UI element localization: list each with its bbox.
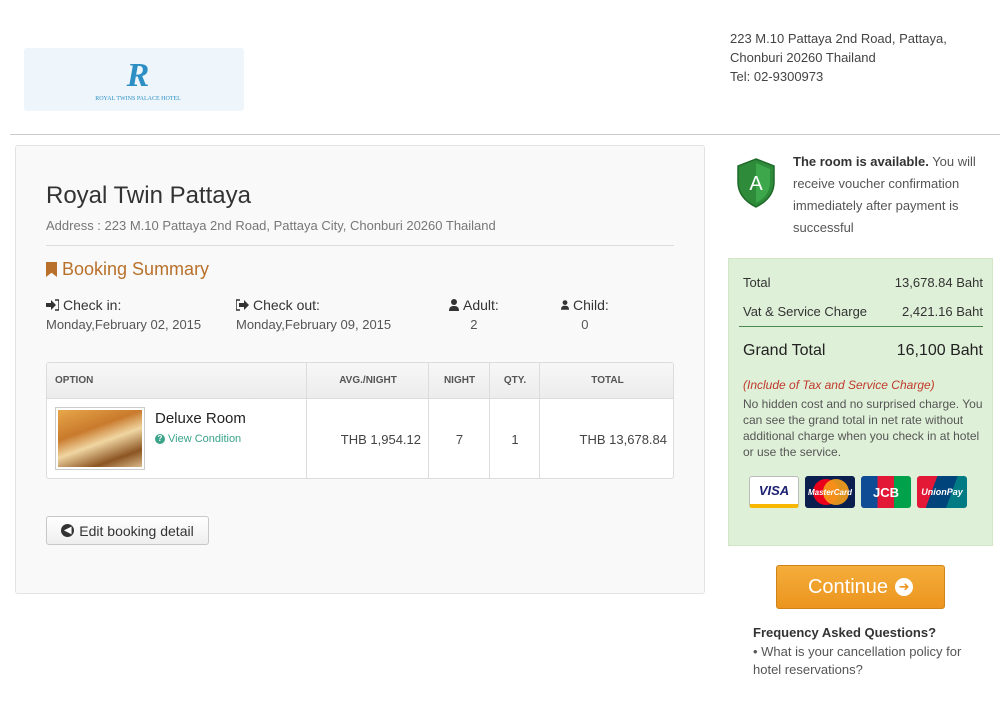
- continue-button[interactable]: Continue ➜: [776, 565, 945, 609]
- grand-total-label: Grand Total: [743, 342, 826, 359]
- vat-label: Vat & Service Charge: [743, 304, 868, 319]
- bookmark-icon: [46, 262, 57, 277]
- room-photo[interactable]: [55, 407, 145, 470]
- availability-message: The room is available. You will receive …: [793, 151, 993, 239]
- hotel-logo[interactable]: R ROYAL TWINS PALACE HOTEL: [24, 48, 244, 111]
- cell-qty: 1: [511, 432, 519, 447]
- sign-in-icon: [46, 299, 59, 311]
- check-out-value: Monday,February 09, 2015: [236, 317, 392, 332]
- faq-cancellation-link[interactable]: • What is your cancellation policy for h…: [753, 643, 983, 679]
- no-hidden-cost-note: No hidden cost and no surprised charge. …: [743, 397, 983, 459]
- check-in-value: Monday,February 02, 2015: [46, 317, 202, 332]
- mastercard-label: MasterCard: [807, 487, 852, 497]
- svg-text:A: A: [749, 173, 763, 195]
- view-condition-link[interactable]: ? View Condition: [155, 433, 241, 445]
- price-divider: [739, 326, 983, 327]
- booking-table: OPTION AVG./NIGHT NIGHT QTY. TOTAL Delux…: [46, 362, 674, 479]
- svg-text:ROYAL TWINS PALACE HOTEL: ROYAL TWINS PALACE HOTEL: [95, 96, 181, 102]
- child-label: Child:: [573, 297, 609, 313]
- faq-title: Frequency Asked Questions?: [753, 625, 937, 640]
- cell-avg-night: THB 1,954.12: [340, 432, 421, 447]
- telephone: Tel: 02-9300973: [730, 69, 824, 84]
- header-night: NIGHT: [443, 375, 476, 386]
- user-icon: [449, 299, 459, 311]
- total-value: 13,678.84 Baht: [894, 275, 983, 290]
- room-name: Deluxe Room: [155, 410, 246, 427]
- shield-icon: A: [737, 158, 775, 208]
- header-avg-night: AVG./NIGHT: [339, 375, 397, 386]
- royal-twins-logo-icon: R ROYAL TWINS PALACE HOTEL: [95, 57, 181, 102]
- price-summary: Total 13,678.84 Baht Vat & Service Charg…: [728, 258, 993, 546]
- booking-summary-label: Booking Summary: [62, 259, 210, 279]
- address-line-1: 223 M.10 Pattaya 2nd Road, Pattaya,: [730, 31, 947, 46]
- vat-value: 2,421.16 Baht: [902, 304, 983, 319]
- panel-divider: [46, 245, 674, 246]
- child-count: Child: 0: [561, 297, 609, 332]
- edit-booking-button[interactable]: ◀ Edit booking detail: [46, 516, 209, 545]
- booking-summary-title: Booking Summary: [46, 259, 209, 280]
- adult-value: 2: [470, 317, 478, 332]
- child-icon: [561, 300, 569, 310]
- check-out: Check out: Monday,February 09, 2015: [236, 297, 391, 332]
- svg-text:R: R: [126, 57, 150, 94]
- question-circle-icon: ?: [155, 434, 165, 444]
- grand-total-row: Grand Total 16,100 Baht: [743, 342, 983, 360]
- availability-bold: The room is available.: [793, 154, 929, 169]
- unionpay-card-icon: UnionPay: [917, 476, 967, 508]
- jcb-card-icon: JCB: [861, 476, 911, 508]
- sign-out-icon: [236, 299, 249, 311]
- header-divider: [10, 134, 1000, 135]
- header-option: OPTION: [55, 375, 94, 386]
- tax-include-note: (Include of Tax and Service Charge): [743, 378, 935, 392]
- total-label: Total: [743, 275, 771, 290]
- hotel-address: Address : 223 M.10 Pattaya 2nd Road, Pat…: [46, 218, 496, 233]
- arrow-right-circle-icon: ➜: [895, 578, 914, 596]
- header-address: 223 M.10 Pattaya 2nd Road, Pattaya, Chon…: [730, 29, 947, 86]
- header-qty: QTY.: [503, 375, 527, 386]
- header-total: TOTAL: [591, 375, 624, 386]
- view-condition-label: View Condition: [168, 433, 242, 445]
- adult-count: Adult: 2: [449, 297, 499, 332]
- check-in-label: Check in:: [63, 297, 122, 313]
- adult-label: Adult:: [463, 297, 499, 313]
- check-in: Check in: Monday,February 02, 2015: [46, 297, 201, 332]
- hotel-name: Royal Twin Pattaya: [46, 182, 251, 209]
- cell-total: THB 13,678.84: [579, 432, 667, 447]
- arrow-left-circle-icon: ◀: [61, 524, 75, 537]
- continue-label: Continue: [807, 575, 889, 598]
- child-value: 0: [581, 317, 589, 332]
- payment-cards: VISA MasterCard JCB UnionPay: [749, 476, 967, 508]
- mastercard-icon: MasterCard: [805, 476, 855, 508]
- grand-total-value: 16,100 Baht: [896, 342, 983, 359]
- edit-booking-label: Edit booking detail: [79, 522, 194, 539]
- cell-night: 7: [455, 432, 464, 447]
- address-line-2: Chonburi 20260 Thailand: [730, 50, 876, 65]
- check-out-label: Check out:: [253, 297, 320, 313]
- booking-panel: Royal Twin Pattaya Address : 223 M.10 Pa…: [15, 145, 705, 594]
- vat-row: Vat & Service Charge 2,421.16 Baht: [743, 304, 983, 319]
- total-row: Total 13,678.84 Baht: [743, 275, 983, 290]
- visa-card-icon: VISA: [749, 476, 799, 508]
